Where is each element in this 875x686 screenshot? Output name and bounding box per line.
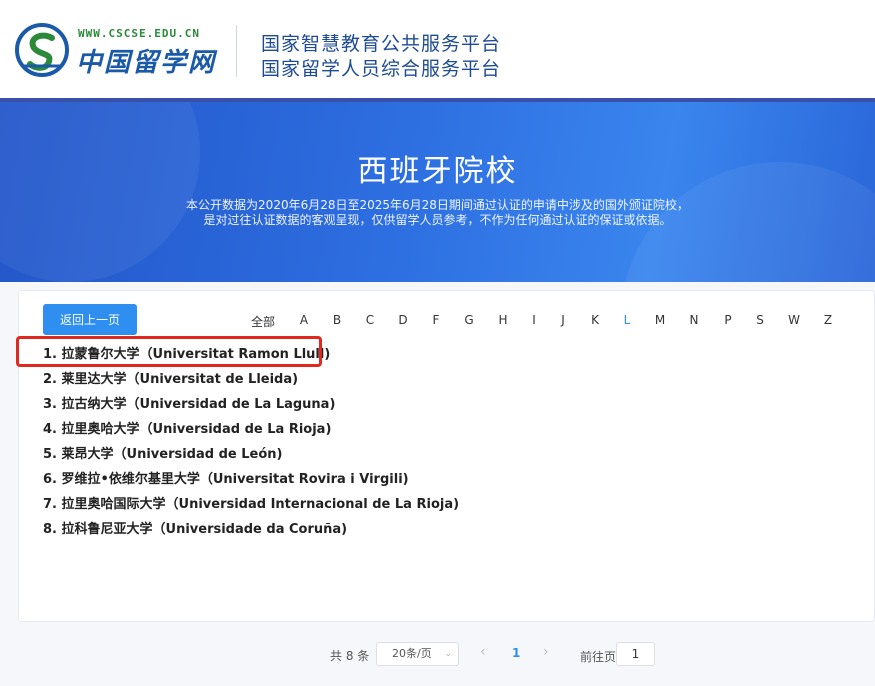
letter-filter-s[interactable]: S: [756, 313, 764, 327]
banner-decoration: [0, 102, 200, 282]
goto-label: 前往页: [580, 650, 617, 664]
letter-filter-i[interactable]: I: [532, 313, 536, 327]
school-list-item[interactable]: 2. 莱里达大学（Universitat de Lleida): [43, 368, 298, 387]
school-list-item[interactable]: 6. 罗维拉•依维尔基里大学（Universitat Rovira i Virg…: [43, 468, 409, 487]
letter-filter-all[interactable]: 全部: [251, 313, 275, 330]
banner-description-line2: 是对过往认证数据的客观呈现，仅供留学人员参考，不作为任何通过认证的保证或依据。: [203, 213, 672, 227]
site-header: WWW.CSCSE.EDU.CN 中国留学网 国家智慧教育公共服务平台 国家留学…: [0, 0, 875, 98]
logo-name: 中国留学网: [76, 48, 217, 78]
next-page-button[interactable]: ›: [543, 644, 549, 660]
page-title: 西班牙院校: [357, 154, 518, 189]
school-list-item[interactable]: 8. 拉科鲁尼亚大学（Universidade da Coruña): [43, 518, 347, 537]
letter-filter-h[interactable]: H: [498, 313, 507, 327]
letter-filter-d[interactable]: D: [398, 313, 407, 327]
highlight-annotation: [16, 336, 322, 367]
school-list-item[interactable]: 5. 莱昂大学（Universidad de León): [43, 443, 282, 462]
school-list-item[interactable]: 4. 拉里奥哈大学（Universidad de La Rioja): [43, 418, 331, 437]
banner: 西班牙院校 本公开数据为2020年6月28日至2025年6月28日期间通过认证的…: [0, 98, 875, 282]
platform-title-2: 国家留学人员综合服务平台: [261, 58, 502, 80]
page-size-select[interactable]: 20条/页 ⌄: [376, 642, 459, 666]
banner-description-line1: 本公开数据为2020年6月28日至2025年6月28日期间通过认证的申请中涉及的…: [186, 198, 689, 212]
letter-filter-p[interactable]: P: [724, 313, 731, 327]
letter-filter-b[interactable]: B: [333, 313, 341, 327]
school-list-item[interactable]: 3. 拉古纳大学（Universidad de La Laguna): [43, 393, 335, 412]
letter-filter-a[interactable]: A: [300, 313, 308, 327]
letter-filter-c[interactable]: C: [366, 313, 374, 327]
chevron-down-icon: ⌄: [444, 649, 452, 659]
page-size-value: 20条/页: [392, 647, 432, 660]
logo-url: WWW.CSCSE.EDU.CN: [78, 27, 200, 40]
letter-filter-k[interactable]: K: [591, 313, 599, 327]
letter-filter-j[interactable]: J: [561, 313, 565, 327]
letter-filter-w[interactable]: W: [788, 313, 800, 327]
school-list-item[interactable]: 7. 拉里奥哈国际大学（Universidad Internacional de…: [43, 493, 459, 512]
letter-filter-z[interactable]: Z: [824, 313, 832, 327]
platform-title-1: 国家智慧教育公共服务平台: [261, 33, 502, 55]
total-count: 共 8 条: [330, 649, 370, 663]
letter-filter-l[interactable]: L: [624, 313, 631, 327]
letter-filter-g[interactable]: G: [464, 313, 473, 327]
letter-filter-n[interactable]: N: [690, 313, 699, 327]
logo-icon[interactable]: [14, 22, 70, 78]
letter-filter-m[interactable]: M: [655, 313, 665, 327]
goto-page-input[interactable]: [616, 642, 655, 666]
back-button[interactable]: 返回上一页: [43, 304, 137, 335]
letter-filter-f[interactable]: F: [433, 313, 440, 327]
prev-page-button[interactable]: ‹: [480, 644, 486, 660]
current-page[interactable]: 1: [512, 646, 520, 660]
pagination: 共 8 条 20条/页 ⌄ ‹ 1 › 前往页: [0, 640, 875, 668]
header-divider: [236, 25, 237, 77]
